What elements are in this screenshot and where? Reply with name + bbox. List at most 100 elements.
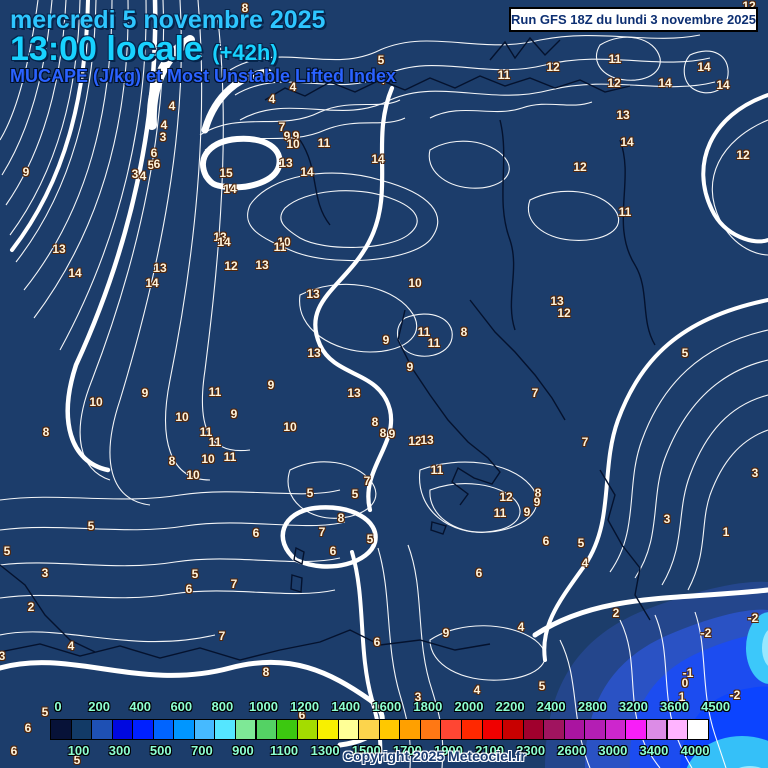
map-value-label: 14 — [716, 78, 730, 92]
map-value-label: 8 — [379, 426, 387, 440]
map-value-label: 10 — [175, 410, 189, 424]
map-value-label: 11 — [273, 240, 287, 254]
map-value-label: 7 — [531, 386, 539, 400]
map-value-label: 6 — [329, 544, 337, 558]
map-value-label: 5 — [681, 346, 689, 360]
legend-tick-label: 2200 — [495, 699, 525, 714]
map-value-label: 9 — [523, 505, 531, 519]
map-value-label: 4 — [517, 620, 525, 634]
map-value-label: 5 — [191, 567, 199, 581]
legend-cell — [625, 719, 647, 740]
map-value-label: 6 — [185, 582, 193, 596]
map-value-label: 11 — [618, 205, 632, 219]
map-value-label: -2 — [700, 626, 712, 640]
legend-tick-label: 1800 — [413, 699, 443, 714]
map-value-label: 6 — [373, 635, 381, 649]
map-value-label: 8 — [371, 415, 379, 429]
map-value-label: 11 — [208, 435, 222, 449]
map-value-label: 12 — [573, 160, 587, 174]
legend-tick-label: 700 — [190, 743, 213, 758]
map-value-label: 14 — [371, 152, 385, 166]
legend-cell — [111, 719, 134, 740]
map-value-label: 0 — [681, 676, 689, 690]
map-value-label: 3 — [131, 167, 139, 181]
legend-cell — [502, 719, 524, 740]
map-value-label: 12 — [499, 490, 513, 504]
legend-cell — [481, 719, 504, 740]
legend-cell — [50, 719, 72, 740]
map-value-label: 9 — [22, 165, 30, 179]
time-title: 13:00 locale (+42h) — [10, 30, 278, 69]
legend-cell — [645, 719, 668, 740]
map-value-label: 6 — [475, 566, 483, 580]
map-value-label: 13 — [616, 108, 630, 122]
map-value-label: 13 — [52, 242, 66, 256]
legend-tick-label: 2600 — [557, 743, 587, 758]
legend-tick-label: 1000 — [249, 699, 278, 714]
map-value-label: 8 — [460, 325, 468, 339]
map-value-label: 10 — [408, 276, 422, 290]
map-value-label: 12 — [736, 148, 750, 162]
map-value-label: 11 — [430, 463, 444, 477]
map-value-label: 14 — [620, 135, 634, 149]
map-value-label: 6 — [252, 526, 260, 540]
legend-cell — [132, 719, 154, 740]
map-value-label: 13 — [306, 287, 320, 301]
legend-cell — [193, 719, 216, 740]
legend-tick-label: 1200 — [290, 699, 320, 714]
map-value-label: 3 — [663, 512, 671, 526]
legend-tick-label: 3600 — [660, 699, 689, 714]
map-value-label: 5 — [306, 486, 314, 500]
map-value-label: 6 — [542, 534, 550, 548]
map-value-label: 8 — [337, 511, 345, 525]
map-value-label: 6 — [24, 721, 32, 735]
map-value-label: 8 — [262, 665, 270, 679]
map-value-label: 2 — [612, 606, 620, 620]
legend-tick-label: 300 — [108, 743, 131, 758]
map-value-label: 4 — [67, 639, 75, 653]
map-value-label: 14 — [697, 60, 711, 74]
map-value-label: 8 — [42, 425, 50, 439]
legend-tick-label: 0 — [54, 699, 62, 714]
legend-tick-label: 1400 — [331, 699, 361, 714]
map-value-label: 10 — [286, 137, 300, 151]
legend-cell — [378, 719, 401, 740]
map-value-label: 4 — [473, 683, 481, 697]
map-value-label: 11 — [223, 450, 237, 464]
map-value-label: 9 — [267, 378, 275, 392]
legend-tick-label: 3200 — [618, 699, 648, 714]
map-value-label: 7 — [363, 474, 371, 488]
map-value-label: 5 — [538, 679, 546, 693]
map-value-label: 14 — [223, 182, 237, 196]
map-value-label: 5 — [366, 532, 374, 546]
map-value-label: 8 — [168, 454, 176, 468]
map-value-label: 5 — [41, 705, 49, 719]
legend-cell — [337, 719, 360, 740]
map-value-label: 14 — [658, 76, 672, 90]
map-value-label: 7 — [218, 629, 226, 643]
legend-cell — [543, 719, 565, 740]
map-value-label: 13 — [420, 433, 434, 447]
map-value-label: 10 — [283, 420, 297, 434]
legend-cell — [91, 719, 113, 740]
legend-cell — [461, 719, 483, 740]
legend-tick-label: 3000 — [598, 743, 628, 758]
legend-cell — [419, 719, 442, 740]
legend-tick-label: 2800 — [577, 699, 607, 714]
legend-cell — [687, 719, 709, 740]
legend-tick-label: 900 — [232, 743, 254, 758]
map-value-label: 3 — [41, 566, 49, 580]
forecast-offset: (+42h) — [212, 40, 278, 65]
map-value-label: 5 — [377, 53, 385, 67]
legend-cell — [152, 719, 175, 740]
legend-cell — [399, 719, 421, 740]
legend-cell — [666, 719, 689, 740]
time-title-text: 13:00 locale — [10, 30, 203, 68]
map-value-label: 14 — [300, 165, 314, 179]
map-value-label: -2 — [747, 611, 759, 625]
parameter-subtitle: MUCAPE (J/kg) et Most Unstable Lifted In… — [10, 66, 397, 86]
legend-tick-label: 600 — [170, 699, 193, 714]
map-value-label: 11 — [208, 385, 222, 399]
legend-cell — [276, 719, 298, 740]
legend-cell — [255, 719, 278, 740]
